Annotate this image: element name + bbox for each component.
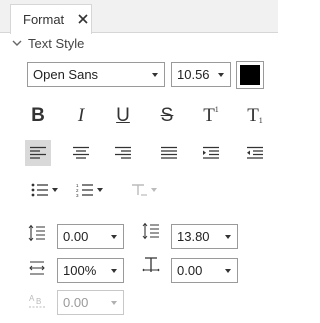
paragraph-spacing-icon xyxy=(28,224,45,242)
section-title: Text Style xyxy=(28,35,85,51)
svg-text:A: A xyxy=(29,294,35,303)
bullet-list-icon xyxy=(31,183,48,197)
bullet-list-button[interactable] xyxy=(27,177,61,203)
line-spacing-icon xyxy=(142,222,159,240)
font-size-value: 10.56 xyxy=(177,67,210,82)
character-spacing-icon xyxy=(142,257,160,272)
indent-increase-button[interactable] xyxy=(198,140,224,166)
clear-format-icon xyxy=(131,184,147,196)
tab-format[interactable]: Format xyxy=(10,4,92,34)
chevron-down-icon xyxy=(225,269,231,273)
svg-text:3: 3 xyxy=(76,193,79,197)
align-right-icon xyxy=(115,146,131,159)
indent-increase-icon xyxy=(203,146,219,159)
bold-icon: B xyxy=(31,104,45,126)
baseline-offset-value: 0.00 xyxy=(63,295,89,310)
subscript-base: T xyxy=(247,104,259,126)
superscript-button[interactable]: T1 xyxy=(198,102,224,128)
align-right-button[interactable] xyxy=(110,140,136,166)
italic-icon: I xyxy=(77,104,85,126)
align-left-button[interactable] xyxy=(25,140,51,166)
bold-button[interactable]: B xyxy=(25,102,51,128)
justify-button[interactable] xyxy=(156,140,182,166)
character-scale-value: 100% xyxy=(63,263,97,278)
baseline-offset-select[interactable]: 0.00 xyxy=(57,290,124,315)
section-header-text-style[interactable]: Text Style xyxy=(12,33,84,53)
chevron-down-icon xyxy=(218,73,224,77)
chevron-down-icon xyxy=(111,235,117,239)
tab-strip: Format xyxy=(0,0,278,34)
align-center-button[interactable] xyxy=(68,140,94,166)
strikethrough-button[interactable]: S xyxy=(154,102,180,128)
font-family-select[interactable]: Open Sans xyxy=(27,62,165,87)
chevron-down-icon xyxy=(111,301,117,305)
font-color-picker[interactable] xyxy=(236,61,264,89)
font-size-select[interactable]: 10.56 xyxy=(171,62,231,87)
character-scale-select[interactable]: 100% xyxy=(57,258,124,283)
indent-decrease-icon xyxy=(247,146,263,159)
caret-down-icon xyxy=(12,40,22,46)
underline-button[interactable]: U xyxy=(110,102,136,128)
font-color-swatch xyxy=(240,65,260,85)
line-spacing-select[interactable]: 13.80 xyxy=(171,224,238,249)
font-family-value: Open Sans xyxy=(33,67,99,82)
character-scale-icon xyxy=(29,261,45,275)
paragraph-spacing-value: 0.00 xyxy=(63,229,89,244)
superscript-base: T xyxy=(203,104,215,126)
superscript-icon: T1 xyxy=(203,104,219,126)
clear-format-button[interactable] xyxy=(128,177,158,203)
justify-icon xyxy=(161,146,177,159)
strikethrough-icon: S xyxy=(160,104,174,126)
close-icon[interactable] xyxy=(75,11,91,27)
character-spacing-value: 0.00 xyxy=(177,263,203,278)
subscript-icon: T1 xyxy=(247,106,263,125)
paragraph-spacing-select[interactable]: 0.00 xyxy=(57,224,124,249)
chevron-down-icon xyxy=(150,188,157,192)
underline-icon: U xyxy=(116,104,130,126)
svg-text:B: B xyxy=(36,297,41,306)
superscript-mark: 1 xyxy=(214,104,219,114)
baseline-offset-icon: A B xyxy=(29,294,45,308)
chevron-down-icon xyxy=(152,73,158,77)
align-left-icon xyxy=(30,146,46,159)
chevron-down-icon xyxy=(96,188,103,192)
character-spacing-select[interactable]: 0.00 xyxy=(171,258,238,283)
tab-format-label: Format xyxy=(23,12,65,27)
chevron-down-icon xyxy=(111,269,117,273)
subscript-mark: 1 xyxy=(258,115,263,125)
subscript-button[interactable]: T1 xyxy=(242,102,268,128)
numbered-list-button[interactable]: 1 2 3 xyxy=(72,177,106,203)
indent-decrease-button[interactable] xyxy=(242,140,268,166)
chevron-down-icon xyxy=(51,188,58,192)
line-spacing-value: 13.80 xyxy=(177,229,210,244)
italic-button[interactable]: I xyxy=(68,102,94,128)
align-center-icon xyxy=(73,146,89,159)
numbered-list-icon: 1 2 3 xyxy=(76,183,93,197)
chevron-down-icon xyxy=(225,235,231,239)
